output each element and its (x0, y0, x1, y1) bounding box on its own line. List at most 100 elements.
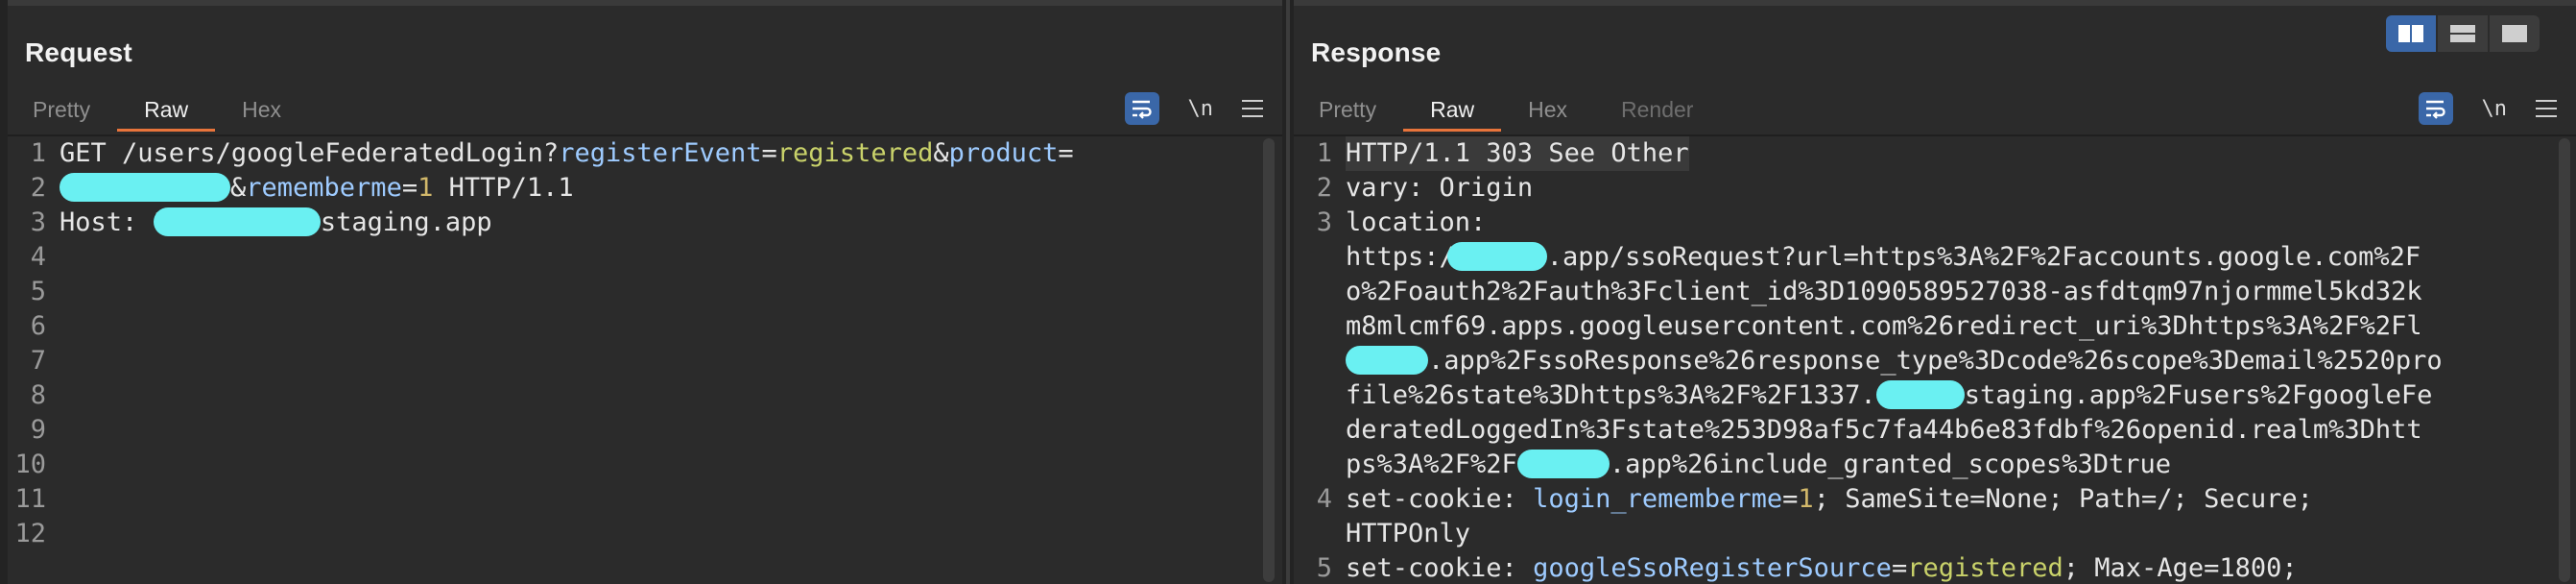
http-method: GET (60, 138, 123, 168)
param-eq: = (761, 138, 777, 168)
response-scrollbar[interactable] (2559, 138, 2570, 582)
line-number (1294, 275, 1336, 309)
line-number (1294, 344, 1336, 378)
request-pane: Request Pretty Raw Hex \n 1 2 3 4 5 6 7 … (8, 6, 1282, 584)
redaction-mark (1346, 346, 1428, 375)
line-number: 9 (30, 415, 46, 445)
location-value-line: https:/ .app/ssoRequest?url=https%3A%2F%2… (1346, 240, 2443, 275)
layout-toggle (2386, 15, 2540, 52)
line-number: 1 (1316, 138, 1332, 168)
location-value-line: ps%3A%2F%2F .app%26include_granted_scopes… (1346, 448, 2443, 482)
response-tab-hex[interactable]: Hex (1501, 90, 1594, 129)
layout-single-button[interactable] (2490, 15, 2540, 52)
response-title: Response (1311, 37, 1442, 67)
response-vary: vary: Origin (1346, 171, 2443, 206)
cookie-eq: = (1782, 484, 1799, 514)
location-part: file%26state%3Dhttps%3A%2F%2F1337. (1346, 380, 1876, 410)
location-part: .app%2FssoResponse%26response_type%3Dcod… (1428, 346, 2443, 376)
line-number: 3 (1316, 207, 1332, 237)
menu-icon[interactable] (2536, 100, 2557, 117)
request-tabs: Pretty Raw Hex (15, 90, 308, 132)
response-location-key: location: (1346, 207, 1487, 237)
line-number: 4 (1316, 484, 1332, 514)
redaction-mark (1446, 242, 1547, 271)
request-tab-raw[interactable]: Raw (117, 90, 216, 132)
request-code: GET /users/googleFederatedLogin?register… (60, 136, 1074, 240)
response-status-line: HTTP/1.1 303 See Other (1346, 136, 1689, 171)
response-cookie-2: set-cookie: googleSsoRegisterSource=regi… (1346, 551, 2443, 584)
location-part: .app/ssoRequest?url=https%3A%2F%2Faccoun… (1546, 242, 2421, 272)
cookie-attrs: ; Max-Age=1800; (2063, 553, 2298, 583)
cookie-value: 1 (1798, 484, 1814, 514)
param-value: 1 (417, 173, 434, 203)
word-wrap-button[interactable] (1124, 92, 1159, 125)
response-tab-pretty[interactable]: Pretty (1301, 90, 1403, 129)
layout-side-by-side-button[interactable] (2386, 15, 2438, 52)
columns-icon (2398, 25, 2423, 42)
location-part: https:/ (1346, 242, 1455, 272)
single-pane-icon (2502, 25, 2527, 42)
request-line-1-wrap: &rememberme=1 HTTP/1.1 (60, 171, 1074, 206)
request-tab-hex[interactable]: Hex (215, 90, 308, 129)
line-number: 6 (30, 311, 46, 341)
cookie-attrs-cont: HTTPOnly (1346, 519, 1471, 548)
response-code: HTTP/1.1 303 See Other vary: Origin locati… (1346, 136, 2443, 584)
cookie-attrs: ; SameSite=None; Path=/; Secure; (1813, 484, 2313, 514)
response-tabs: Pretty Raw Hex Render (1301, 90, 1720, 132)
line-number: 7 (30, 346, 46, 376)
cookie-value: registered (1907, 553, 2063, 583)
line-number: 8 (30, 380, 46, 410)
response-pane: Response Pretty Raw Hex Render \n 1 2 3 (1294, 6, 2576, 584)
response-tab-render[interactable]: Render (1594, 90, 1720, 129)
host-suffix: staging.app (320, 207, 492, 237)
word-wrap-button[interactable] (2418, 92, 2453, 125)
location-part: .app%26include_granted_scopes%3Dtrue (1609, 450, 2172, 479)
line-number (1294, 309, 1336, 344)
param-eq: = (401, 173, 418, 203)
param-eq: = (1058, 138, 1074, 168)
header-key: Host: (60, 207, 154, 237)
show-newlines-button[interactable]: \n (2482, 97, 2508, 121)
line-number: 4 (30, 242, 46, 272)
request-line-1: GET /users/googleFederatedLogin?register… (60, 136, 1074, 171)
header-value: Origin (1423, 173, 1534, 203)
param-sep: & (230, 173, 247, 203)
location-part: m8mlcmf69.apps.googleusercontent.com%26r… (1346, 311, 2422, 341)
location-value-line: .app%2FssoResponse%26response_type%3Dcod… (1346, 344, 2443, 378)
header-key: vary: (1346, 173, 1424, 203)
left-edge (0, 0, 8, 584)
line-number (1294, 517, 1336, 551)
http-protocol: HTTP/1.1 (433, 173, 574, 203)
param-key: rememberme (246, 173, 402, 203)
location-value-line: file%26state%3Dhttps%3A%2F%2F1337. stagin… (1346, 378, 2443, 413)
response-tab-raw[interactable]: Raw (1403, 90, 1502, 132)
request-toolbar: \n (1124, 92, 1263, 125)
show-newlines-button[interactable]: \n (1188, 97, 1214, 121)
request-scrollbar[interactable] (1263, 138, 1275, 582)
request-title: Request (25, 37, 132, 67)
request-path: /users/googleFederatedLogin? (122, 138, 560, 168)
location-part: deratedLoggedIn%3Fstate%253D98af5c7fa44b… (1346, 415, 2422, 445)
cookie-name: googleSsoRegisterSource (1516, 553, 1892, 583)
redaction-mark (1516, 450, 1610, 478)
location-part: ps%3A%2F%2F (1346, 450, 1517, 479)
wrap-icon (1132, 100, 1152, 119)
layout-stacked-button[interactable] (2438, 15, 2490, 52)
response-line-numbers: 1 2 3 4 5 (1294, 136, 1336, 584)
response-toolbar: \n (2418, 92, 2557, 125)
line-number: 5 (30, 277, 46, 306)
pane-splitter[interactable] (1282, 0, 1294, 584)
header-key: set-cookie: (1346, 553, 1517, 583)
redaction-mark (1875, 380, 1965, 409)
request-line-numbers: 1 2 3 4 5 6 7 8 9 10 11 12 (8, 136, 50, 584)
menu-icon[interactable] (1242, 100, 1263, 117)
line-number: 3 (30, 207, 46, 237)
line-number: 12 (14, 519, 46, 548)
redaction-mark (60, 173, 230, 202)
line-number: 2 (1316, 173, 1332, 203)
response-editor[interactable]: 1 2 3 4 5 HTTP/1.1 303 See Other vary: Or… (1294, 136, 2576, 584)
rows-icon (2450, 25, 2475, 42)
line-number (1294, 378, 1336, 413)
request-editor[interactable]: 1 2 3 4 5 6 7 8 9 10 11 12 GET /users/go… (8, 136, 1282, 584)
request-tab-pretty[interactable]: Pretty (15, 90, 117, 129)
